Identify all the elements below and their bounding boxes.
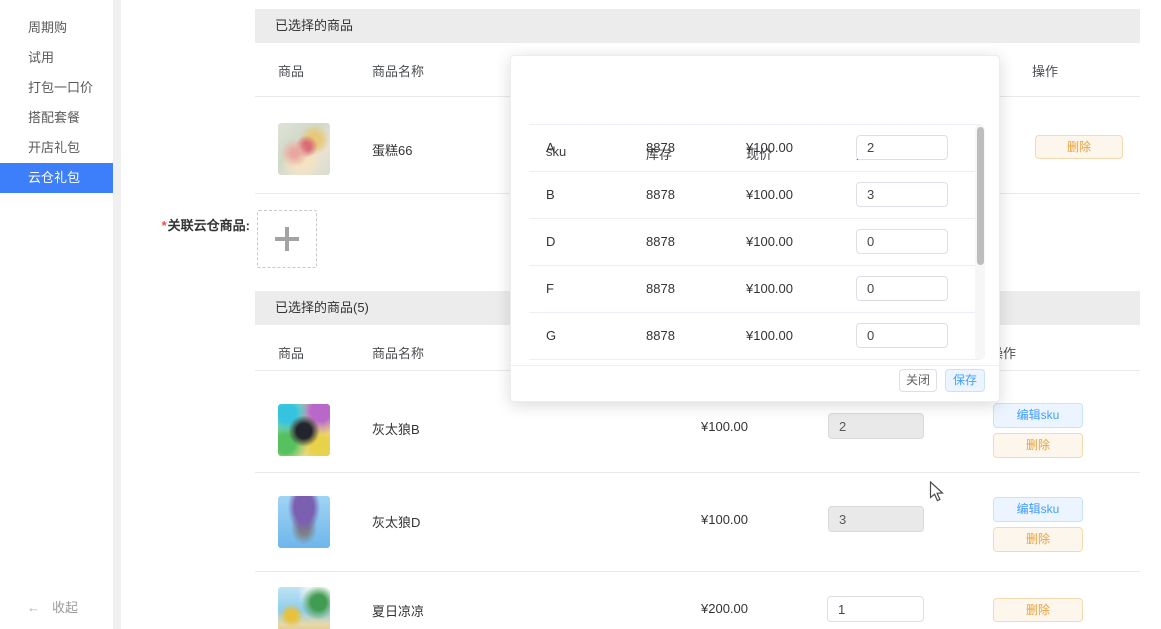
sidebar-menu: 周期购 试用 打包一口价 搭配套餐 开店礼包 云仓礼包 bbox=[0, 0, 113, 193]
product-thumbnail-wolf-b bbox=[278, 404, 330, 456]
divider bbox=[255, 571, 1140, 572]
left-arrow-icon: ← bbox=[27, 600, 40, 615]
sku-cell: A bbox=[546, 124, 555, 171]
quantity-input[interactable] bbox=[827, 596, 924, 622]
table1-header-product: 商品 bbox=[278, 61, 304, 80]
sku-quantity-input[interactable] bbox=[856, 323, 948, 348]
required-asterisk: * bbox=[162, 218, 167, 233]
sidebar-item-trial[interactable]: 试用 bbox=[0, 43, 113, 73]
product-price: ¥200.00 bbox=[701, 601, 748, 616]
quantity-input-disabled bbox=[828, 413, 924, 439]
sku-quantity-input[interactable] bbox=[856, 276, 948, 301]
price-cell: ¥100.00 bbox=[746, 124, 793, 171]
sidebar-item-bundle-price[interactable]: 打包一口价 bbox=[0, 73, 113, 103]
sidebar-divider bbox=[113, 0, 121, 629]
edit-sku-button[interactable]: 编辑sku bbox=[993, 403, 1083, 428]
sku-cell: B bbox=[546, 171, 555, 218]
product-thumbnail-cake66 bbox=[278, 123, 330, 175]
divider bbox=[255, 472, 1140, 473]
product-name: 蛋糕66 bbox=[372, 140, 412, 159]
sku-row: B 8878 ¥100.00 bbox=[529, 171, 981, 219]
sku-cell: G bbox=[546, 312, 556, 359]
stock-cell: 8878 bbox=[646, 218, 675, 265]
sku-row: G 8878 ¥100.00 bbox=[529, 312, 981, 360]
price-cell: ¥100.00 bbox=[746, 312, 793, 359]
sku-quantity-input[interactable] bbox=[856, 229, 948, 254]
product-price: ¥100.00 bbox=[701, 419, 748, 434]
stock-cell: 8878 bbox=[646, 124, 675, 171]
sku-cell: F bbox=[546, 265, 554, 312]
product-thumbnail-summer-cool bbox=[278, 587, 330, 629]
scrollbar-thumb[interactable] bbox=[977, 127, 984, 265]
quantity-input-disabled bbox=[828, 506, 924, 532]
stock-cell: 8878 bbox=[646, 312, 675, 359]
add-product-button[interactable] bbox=[257, 210, 317, 268]
stock-cell: 8878 bbox=[646, 265, 675, 312]
product-name: 夏日凉凉 bbox=[372, 601, 424, 620]
delete-button[interactable]: 删除 bbox=[993, 433, 1083, 458]
field-label-text: 关联云仓商品: bbox=[168, 218, 250, 233]
close-button[interactable]: 关闭 bbox=[899, 369, 937, 392]
sku-row: D 8878 ¥100.00 bbox=[529, 218, 981, 266]
product-name: 灰太狼D bbox=[372, 512, 420, 531]
delete-button[interactable]: 删除 bbox=[1035, 135, 1123, 159]
divider bbox=[511, 365, 999, 366]
table2-header-product: 商品 bbox=[278, 343, 304, 362]
product-thumbnail-wolf-d bbox=[278, 496, 330, 548]
edit-sku-button[interactable]: 编辑sku bbox=[993, 497, 1083, 522]
sku-edit-dialog: sku 库存 现价 数量 A 8878 ¥100.00 B 8878 ¥100.… bbox=[510, 55, 1000, 402]
sidebar: 周期购 试用 打包一口价 搭配套餐 开店礼包 云仓礼包 bbox=[0, 0, 113, 629]
product-name: 灰太狼B bbox=[372, 419, 420, 438]
sku-cell: D bbox=[546, 218, 555, 265]
sku-row: F 8878 ¥100.00 bbox=[529, 265, 981, 313]
sidebar-item-combo-package[interactable]: 搭配套餐 bbox=[0, 103, 113, 133]
stock-cell: 8878 bbox=[646, 171, 675, 218]
section-title-selected-products: 已选择的商品 bbox=[255, 9, 1140, 43]
sidebar-item-cloud-gift[interactable]: 云仓礼包 bbox=[0, 163, 113, 193]
sku-quantity-input[interactable] bbox=[856, 182, 948, 207]
table2-header-name: 商品名称 bbox=[372, 343, 424, 362]
collapse-label: 收起 bbox=[52, 600, 78, 615]
save-button[interactable]: 保存 bbox=[945, 369, 985, 392]
price-cell: ¥100.00 bbox=[746, 218, 793, 265]
price-cell: ¥100.00 bbox=[746, 171, 793, 218]
plus-icon bbox=[275, 227, 299, 251]
field-label-linked-cloud-products: *关联云仓商品: bbox=[128, 215, 250, 234]
sidebar-item-cycle-buy[interactable]: 周期购 bbox=[0, 13, 113, 43]
delete-button[interactable]: 删除 bbox=[993, 527, 1083, 552]
table1-header-action: 操作 bbox=[1032, 61, 1058, 80]
cloud-warehouse-gift-page: 周期购 试用 打包一口价 搭配套餐 开店礼包 云仓礼包 ← 收起 已选择的商品 商… bbox=[0, 0, 1161, 629]
sku-quantity-input[interactable] bbox=[856, 135, 948, 160]
sidebar-item-shop-gift[interactable]: 开店礼包 bbox=[0, 133, 113, 163]
table1-header-name: 商品名称 bbox=[372, 61, 424, 80]
price-cell: ¥100.00 bbox=[746, 265, 793, 312]
product-price: ¥100.00 bbox=[701, 512, 748, 527]
sku-row: A 8878 ¥100.00 bbox=[529, 124, 981, 172]
delete-button[interactable]: 删除 bbox=[993, 598, 1083, 622]
mouse-cursor-icon bbox=[929, 481, 945, 503]
